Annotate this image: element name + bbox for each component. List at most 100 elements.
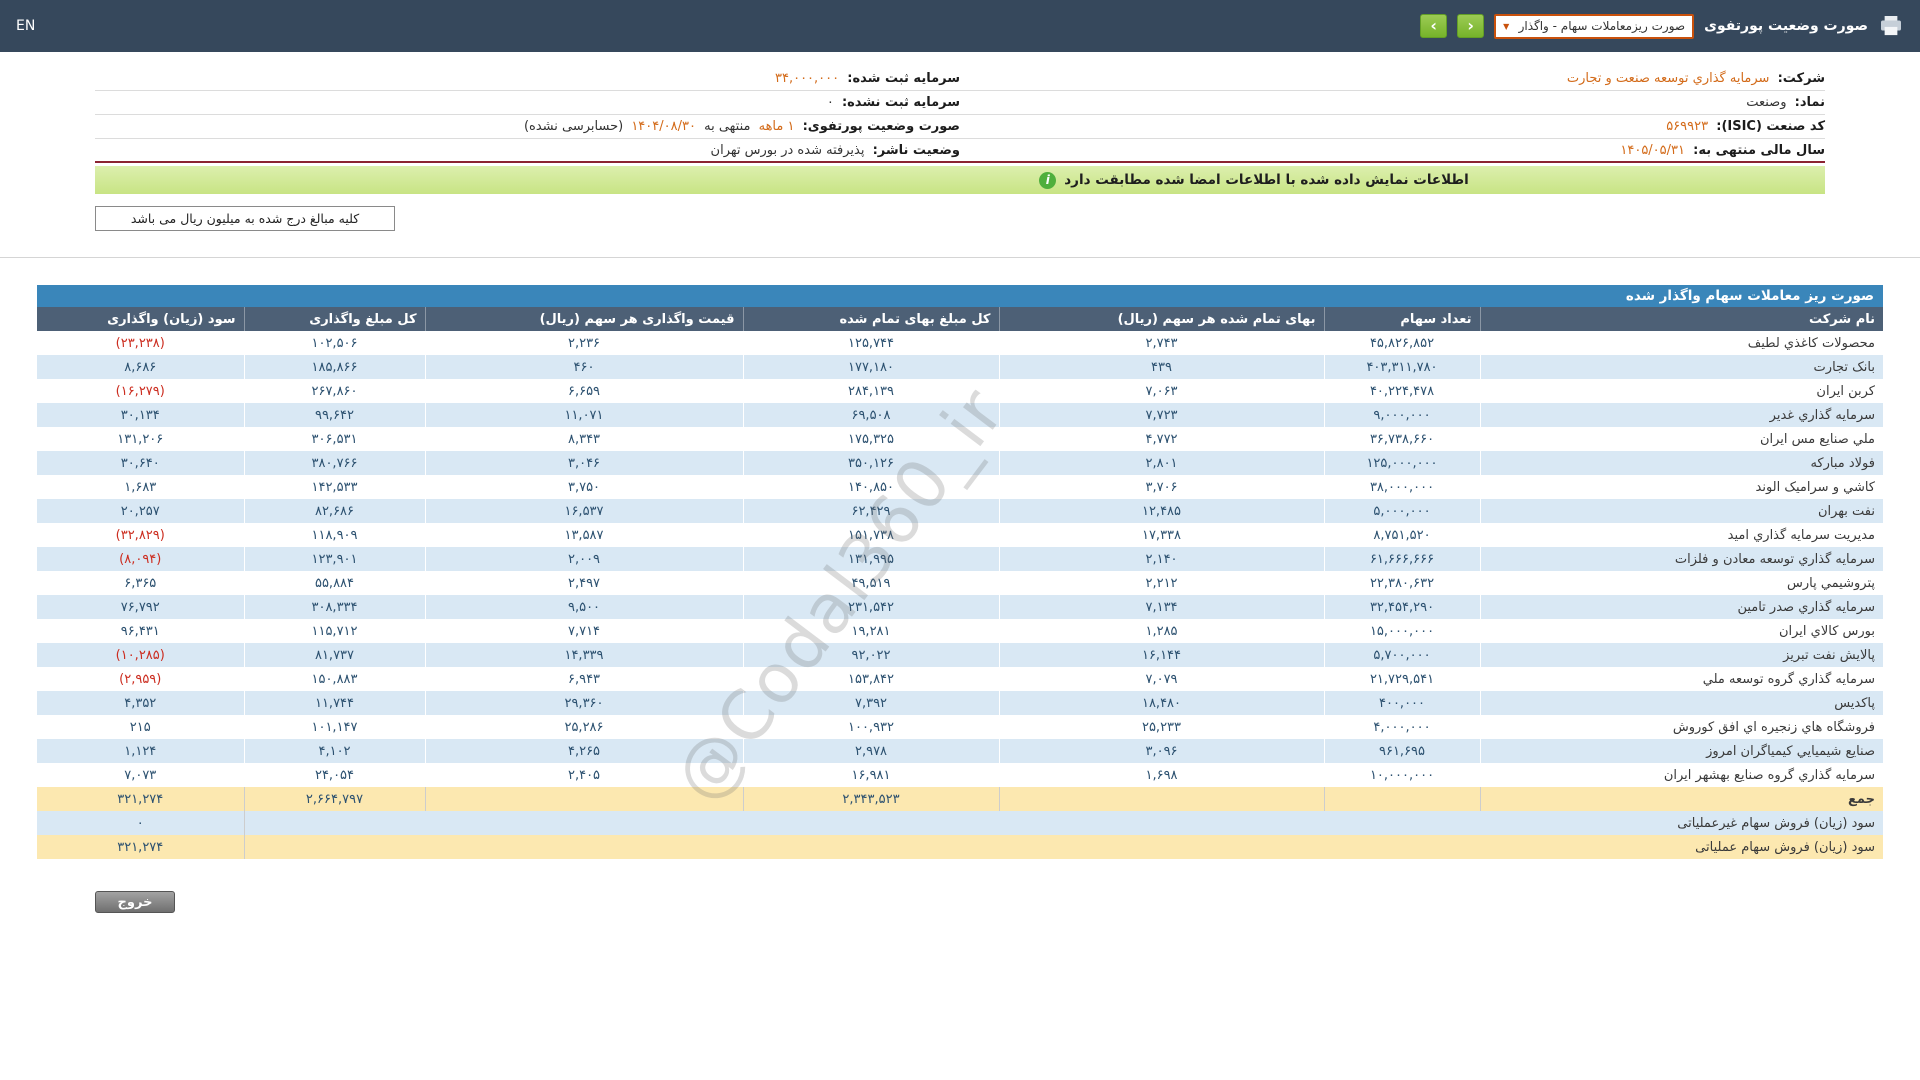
fiscal-year-label: سال مالی منتهی به: — [1693, 142, 1825, 158]
prev-report-button[interactable]: ‹ — [1420, 14, 1448, 38]
total-profit-value: ۳۲۱,۲۷۴ — [37, 787, 245, 811]
profit-loss-cell: (۳۲,۸۲۹) — [37, 523, 245, 547]
table-row: ملي صنایع مس ایران ۳۶,۷۳۸,۶۶۰ ۴,۷۷۲ ۱۷۵,… — [37, 427, 1883, 451]
table-row: بورس کالاي ایران ۱۵,۰۰۰,۰۰۰ ۱,۲۸۵ ۱۹,۲۸۱… — [37, 619, 1883, 643]
info-row: شرکت: سرمایه گذاري توسعه صنعت و تجارت سر… — [95, 67, 1825, 91]
total-empty-cell — [999, 787, 1325, 811]
total-transfer-cell: ۵۵,۸۸۴ — [244, 571, 426, 595]
profit-loss-cell: ۶,۳۶۵ — [37, 571, 245, 595]
cost-per-share-cell: ۱۶,۱۴۴ — [999, 643, 1325, 667]
total-transfer-cell: ۱۱,۷۴۴ — [244, 691, 426, 715]
transfer-price-per-share-cell: ۹,۵۰۰ — [425, 595, 744, 619]
company-name-cell: ملي صنایع مس ایران — [1759, 431, 1875, 447]
transfer-price-per-share-cell: ۳,۰۴۶ — [425, 451, 744, 475]
total-cost-cell: ۱۷۵,۳۲۵ — [743, 427, 1000, 451]
total-cost-cell: ۶۲,۴۲۹ — [743, 499, 1000, 523]
company-name-cell: پاکدیس — [1480, 691, 1883, 715]
cost-per-share-cell: ۳,۷۰۶ — [999, 475, 1325, 499]
isic-value: ۵۶۹۹۲۳ — [1666, 119, 1709, 134]
topbar: صورت وضعیت پورتفوی صورت ریزمعاملات سهام … — [0, 0, 1920, 52]
share-count-cell: ۱۲۵,۰۰۰,۰۰۰ — [1324, 451, 1481, 475]
non-operating-profit-value: ۰ — [37, 811, 245, 835]
cost-per-share-cell: ۷,۱۳۴ — [999, 595, 1325, 619]
table-row: محصولات کاغذي لطیف ۴۵,۸۲۶,۸۵۲ ۲,۷۴۳ ۱۲۵,… — [37, 331, 1883, 355]
total-empty-cell — [1324, 787, 1481, 811]
profit-loss-cell: ۷۶,۷۹۲ — [37, 595, 245, 619]
cost-per-share-cell: ۱۷,۳۳۸ — [999, 523, 1325, 547]
total-transfer-cell: ۱۰۱,۱۴۷ — [244, 715, 426, 739]
table-row: مدیریت سرمایه گذاري امید ۸,۷۵۱,۵۲۰ ۱۷,۳۳… — [37, 523, 1883, 547]
profit-loss-cell: ۱۳۱,۲۰۶ — [37, 427, 245, 451]
portfolio-statement-field: صورت وضعیت پورتفوی: ۱ ماهه منتهی به ۱۴۰۴… — [95, 119, 960, 134]
signature-match-banner: اطلاعات نمایش داده شده با اطلاعات امضا ش… — [95, 166, 1825, 194]
company-name-cell: بانک تجارت — [1480, 355, 1883, 379]
transfer-price-per-share-cell: ۴,۲۶۵ — [425, 739, 744, 763]
profit-loss-cell: ۴,۳۵۲ — [37, 691, 245, 715]
total-cost-cell: ۱۵۱,۷۳۸ — [743, 523, 1000, 547]
report-type-dropdown[interactable]: صورت ریزمعاملات سهام - واگذار ▼ — [1494, 13, 1695, 39]
total-transfer-cell: ۱۲۳,۹۰۱ — [244, 547, 426, 571]
registered-capital-label: سرمایه ثبت شده: — [847, 71, 960, 86]
share-count-cell: ۴۰,۲۲۴,۴۷۸ — [1324, 379, 1481, 403]
print-button[interactable] — [1878, 14, 1904, 38]
cost-per-share-cell: ۱۸,۴۸۰ — [999, 691, 1325, 715]
language-toggle[interactable]: EN — [16, 18, 35, 34]
issuer-status-field: وضعیت ناشر: پذیرفته شده در بورس تهران — [95, 143, 960, 158]
total-cost-cell: ۳۵۰,۱۲۶ — [743, 451, 1000, 475]
transfer-price-per-share-cell: ۱۳,۵۸۷ — [425, 523, 744, 547]
share-count-cell: ۲۱,۷۲۹,۵۴۱ — [1324, 667, 1481, 691]
info-icon: i — [1039, 171, 1057, 189]
total-transfer-cell: ۸۱,۷۳۷ — [244, 643, 426, 667]
transfer-price-per-share-cell: ۶,۶۵۹ — [425, 379, 744, 403]
company-label: شرکت: — [1777, 71, 1825, 86]
transfer-price-per-share-cell: ۱۱,۰۷۱ — [425, 403, 744, 427]
fiscal-year-field: سال مالی منتهی به: ۱۴۰۵/۰۵/۳۱ — [960, 143, 1825, 158]
company-field: شرکت: سرمایه گذاري توسعه صنعت و تجارت — [960, 71, 1825, 86]
cost-per-share-cell: ۴,۷۷۲ — [999, 427, 1325, 451]
total-cost-cell: ۴۹,۵۱۹ — [743, 571, 1000, 595]
transfer-price-per-share-cell: ۸,۳۴۳ — [425, 427, 744, 451]
transfer-price-per-share-cell: ۲,۴۰۵ — [425, 763, 744, 787]
portfolio-audit-note: (حسابرسی نشده) — [523, 119, 624, 134]
company-name-cell: بورس کالاي ایران — [1778, 623, 1875, 639]
total-transfer-cell: ۳۸۰,۷۶۶ — [244, 451, 426, 475]
cost-per-share-cell: ۱,۶۹۸ — [999, 763, 1325, 787]
transfer-price-per-share-cell: ۲,۰۰۹ — [425, 547, 744, 571]
fiscal-year-value: ۱۴۰۵/۰۵/۳۱ — [1620, 142, 1685, 158]
share-count-cell: ۸,۷۵۱,۵۲۰ — [1324, 523, 1481, 547]
exit-button[interactable]: خروج — [95, 891, 175, 913]
header-transfer-price-per-share: قیمت واگذاری هر سهم (ریال) — [425, 307, 744, 331]
total-transfer-cell: ۸۲,۶۸۶ — [244, 499, 426, 523]
next-report-button[interactable]: › — [1457, 14, 1485, 38]
company-name-cell: سرمایه گذاري غدیر — [1480, 403, 1883, 427]
total-cost-cell: ۹۲,۰۲۲ — [743, 643, 1000, 667]
total-transfer-cell: ۲۶۷,۸۶۰ — [244, 379, 426, 403]
table-row: نفت بهران ۵,۰۰۰,۰۰۰ ۱۲,۴۸۵ ۶۲,۴۲۹ ۱۶,۵۳۷… — [37, 499, 1883, 523]
page-title: صورت وضعیت پورتفوی — [1704, 18, 1868, 34]
total-transfer-cell: ۲۴,۰۵۴ — [244, 763, 426, 787]
total-cost-cell: ۲۸۴,۱۳۹ — [743, 379, 1000, 403]
banner-content: اطلاعات نمایش داده شده با اطلاعات امضا ش… — [1039, 171, 1469, 189]
share-count-cell: ۲۲,۳۸۰,۶۳۲ — [1324, 571, 1481, 595]
share-count-cell: ۵,۷۰۰,۰۰۰ — [1324, 643, 1481, 667]
summary-rows: جمع ۲,۳۴۳,۵۲۳ ۲,۶۶۴,۷۹۷ ۳۲۱,۲۷۴ سود (زیا… — [37, 787, 1883, 859]
registered-capital-value: ۳۴,۰۰۰,۰۰۰ — [775, 71, 840, 86]
transfer-price-per-share-cell: ۱۴,۳۳۹ — [425, 643, 744, 667]
transactions-section: صورت ریز معاملات سهام واگذار شده نام شرک… — [37, 285, 1883, 859]
share-count-cell: ۱۵,۰۰۰,۰۰۰ — [1324, 619, 1481, 643]
profit-loss-cell: ۱,۶۸۳ — [37, 475, 245, 499]
section-divider — [0, 257, 1920, 258]
header-company-name: نام شرکت — [1480, 307, 1883, 331]
share-count-cell: ۴۰۳,۳۱۱,۷۸۰ — [1324, 355, 1481, 379]
share-count-cell: ۹,۰۰۰,۰۰۰ — [1324, 403, 1481, 427]
company-name-cell: نفت بهران — [1480, 499, 1883, 523]
header-total-cost: کل مبلغ بهای تمام شده — [743, 307, 1000, 331]
table-row: سرمایه گذاري گروه توسعه ملي ۲۱,۷۲۹,۵۴۱ ۷… — [37, 667, 1883, 691]
table-row: کاشي و سرامیک الوند ۳۸,۰۰۰,۰۰۰ ۳,۷۰۶ ۱۴۰… — [37, 475, 1883, 499]
cost-per-share-cell: ۲,۸۰۱ — [999, 451, 1325, 475]
profit-loss-cell: ۷,۰۷۳ — [37, 763, 245, 787]
table-row: پاکدیس ۴۰۰,۰۰۰ ۱۸,۴۸۰ ۷,۳۹۲ ۲۹,۳۶۰ ۱۱,۷۴… — [37, 691, 1883, 715]
chevron-down-icon: ▼ — [1503, 21, 1510, 31]
total-transfer-cell: ۴,۱۰۲ — [244, 739, 426, 763]
cost-per-share-cell: ۲,۱۴۰ — [999, 547, 1325, 571]
